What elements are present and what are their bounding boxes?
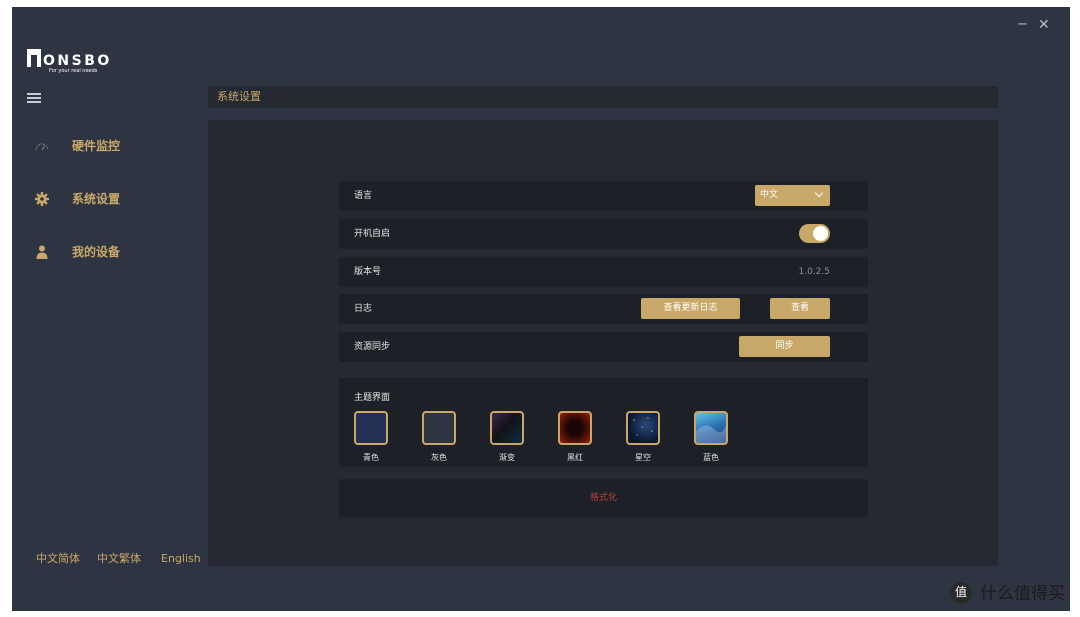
theme-swatch-gray[interactable] xyxy=(422,411,456,445)
log-row: 日志 查看更新日志 查看 xyxy=(339,294,868,324)
log-label: 日志 xyxy=(354,304,373,314)
theme-label: 主题界面 xyxy=(354,393,391,403)
watermark-logo-icon xyxy=(950,582,972,604)
version-label: 版本号 xyxy=(354,267,382,277)
jonsbo-logo: ONSBO For your real needs xyxy=(27,47,127,77)
autostart-toggle[interactable] xyxy=(799,224,830,243)
gear-icon xyxy=(35,192,49,206)
view-changelog-button[interactable]: 查看更新日志 xyxy=(641,298,740,319)
theme-name: 蓝色 xyxy=(703,453,719,462)
chevron-down-icon xyxy=(814,188,824,198)
view-log-button[interactable]: 查看 xyxy=(770,298,830,319)
theme-swatch-blue[interactable] xyxy=(694,411,728,445)
version-row: 版本号 1.0.2.5 xyxy=(339,257,868,287)
sync-button[interactable]: 同步 xyxy=(739,336,830,357)
theme-name: 青色 xyxy=(363,453,379,462)
sidebar-item-label: 我的设备 xyxy=(72,245,121,259)
language-select-value: 中文 xyxy=(760,190,779,200)
minimize-button[interactable]: − xyxy=(1017,18,1028,32)
theme-name: 灰色 xyxy=(431,453,447,462)
page-header: 系统设置 xyxy=(208,86,998,108)
sync-label: 资源同步 xyxy=(354,342,391,352)
logo-mark xyxy=(27,49,41,67)
page-title: 系统设置 xyxy=(217,90,261,103)
sync-row: 资源同步 同步 xyxy=(339,332,868,362)
sidebar-item-system-settings[interactable]: 系统设置 xyxy=(12,185,202,213)
app-window: − ✕ ONSBO For your real needs 硬件监控 系统设置 … xyxy=(12,7,1070,611)
watermark-text: 什么值得买 xyxy=(980,584,1065,604)
language-label: 语言 xyxy=(354,191,373,201)
autostart-label: 开机自启 xyxy=(354,229,391,239)
sidebar-item-label: 系统设置 xyxy=(72,192,121,206)
stars-icon xyxy=(633,417,653,436)
autostart-row: 开机自启 xyxy=(339,219,868,249)
theme-panel: 主题界面 青色 灰色 渐变 黑红 星空 蓝色 xyxy=(339,378,868,467)
theme-name: 星空 xyxy=(635,453,651,462)
close-button[interactable]: ✕ xyxy=(1038,18,1050,32)
language-select[interactable]: 中文 xyxy=(755,185,830,206)
format-label: 格式化 xyxy=(589,493,617,503)
sidebar-item-hardware-monitor[interactable]: 硬件监控 xyxy=(12,132,202,160)
theme-swatch-starry-sky[interactable] xyxy=(626,411,660,445)
settings-panel: 语言 中文 开机自启 版本号 1.0.2.5 日志 查看更新日志 查看 资源同步… xyxy=(208,120,998,566)
language-traditional-chinese[interactable]: 中文繁体 xyxy=(97,552,141,566)
theme-swatch-gradient[interactable] xyxy=(490,411,524,445)
theme-swatch-cyan[interactable] xyxy=(354,411,388,445)
language-row: 语言 中文 xyxy=(339,181,868,211)
theme-name: 黑红 xyxy=(567,453,583,462)
speedometer-icon xyxy=(35,143,49,151)
logo-text: ONSBO xyxy=(43,53,112,69)
theme-swatch-black-red[interactable] xyxy=(558,411,592,445)
language-simplified-chinese[interactable]: 中文简体 xyxy=(36,552,80,566)
language-english[interactable]: English xyxy=(161,552,201,566)
theme-name: 渐变 xyxy=(499,453,515,462)
logo-tagline: For your real needs xyxy=(49,68,98,74)
format-button[interactable]: 格式化 xyxy=(339,479,868,517)
wave-icon xyxy=(696,425,726,443)
sidebar-item-my-devices[interactable]: 我的设备 xyxy=(12,238,202,266)
user-icon xyxy=(36,245,48,259)
sidebar-item-label: 硬件监控 xyxy=(72,139,121,153)
menu-icon[interactable] xyxy=(27,93,41,103)
version-value: 1.0.2.5 xyxy=(798,267,831,277)
toggle-knob xyxy=(813,226,828,241)
